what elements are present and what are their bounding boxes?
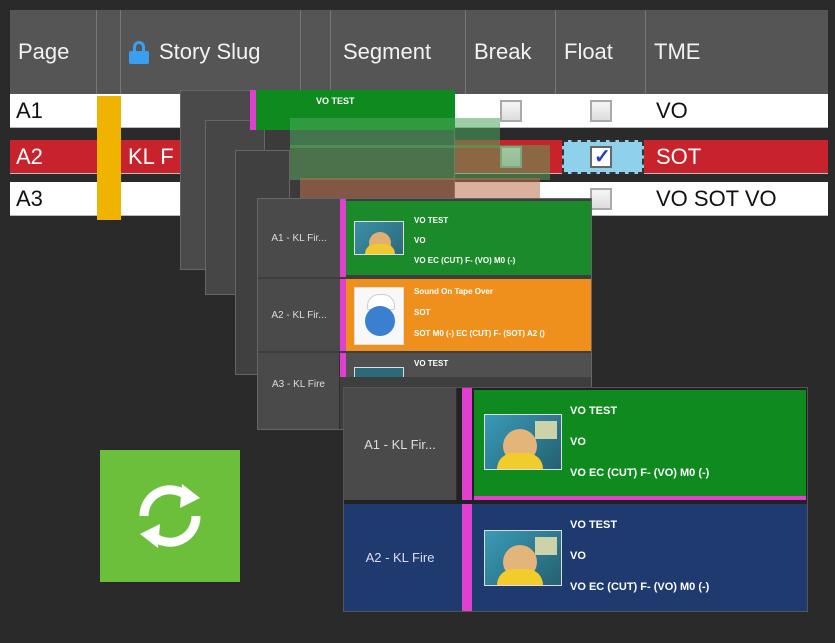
ghost-tile	[290, 145, 550, 180]
tme-cell: VO	[656, 98, 688, 123]
front-card-underline	[474, 496, 806, 500]
float-checkbox[interactable]	[590, 188, 612, 210]
float-checkbox[interactable]: ✓	[590, 146, 612, 168]
mid-card-label[interactable]: A3 - KL Fire	[258, 353, 340, 429]
mid-card-title: Sound On Tape Over	[414, 287, 493, 296]
woman-thumbnail	[354, 221, 404, 255]
mid-card-detail: VO EC (CUT) F- (VO) M0 (-)	[414, 256, 516, 265]
tme-cell: VO SOT VO	[656, 186, 777, 211]
lock-icon	[129, 41, 149, 64]
mid-card-title: VO TEST	[414, 216, 449, 225]
column-header-page-label: Page	[18, 39, 70, 64]
front-card-title: VO TEST	[570, 405, 618, 417]
front-card-label[interactable]: A1 - KL Fir...	[344, 388, 457, 500]
mid-card-type: VO	[414, 236, 426, 245]
page-cell: A2	[16, 144, 43, 169]
mid-card-tile[interactable]: Sound On Tape Over SOT SOT M0 (-) EC (CU…	[346, 279, 591, 351]
front-card-accent	[462, 388, 472, 500]
column-header-segment[interactable]: Segment	[331, 10, 466, 94]
front-card-type: VO	[570, 436, 586, 448]
mid-card-type: SOT	[414, 308, 431, 317]
slug-marker	[97, 96, 121, 220]
ghost-tile	[290, 118, 500, 148]
tme-cell: SOT	[656, 144, 702, 169]
front-card-stack: A1 - KL Fir... VO TEST VO VO EC (CUT) F-…	[343, 387, 808, 612]
column-header-marker[interactable]	[97, 10, 121, 94]
mid-card-detail: SOT M0 (-) EC (CUT) F- (SOT) A2 ()	[414, 329, 545, 338]
break-checkbox[interactable]	[500, 100, 522, 122]
mid-card-text: VO TEST VO VO EC (CUT) F- (VO) M0 (-)	[414, 211, 515, 271]
column-header-tme[interactable]: TME	[646, 10, 828, 94]
woman-thumbnail	[484, 414, 562, 470]
front-card-row[interactable]: A2 - KL Fire VO TEST VO VO EC (CUT) F- (…	[344, 504, 807, 611]
column-header-break-label: Break	[474, 39, 532, 64]
front-card-tile[interactable]: VO TEST VO VO EC (CUT) F- (VO) M0 (-)	[474, 390, 806, 496]
mid-card-label[interactable]: A2 - KL Fir...	[258, 279, 341, 351]
column-header-float-label: Float	[564, 39, 613, 64]
table-header: Page Story Slug Segment Break Float TME	[10, 10, 828, 94]
column-header-tme-label: TME	[654, 39, 701, 64]
column-header-float[interactable]: Float	[556, 10, 646, 94]
woman-thumbnail	[484, 530, 562, 586]
column-header-page[interactable]: Page	[10, 10, 97, 94]
woman-thumbnail	[354, 367, 404, 377]
front-card-accent	[462, 504, 472, 611]
float-checkbox[interactable]	[590, 100, 612, 122]
front-card-type: VO	[570, 550, 586, 562]
front-card-title: VO TEST	[570, 519, 618, 531]
back-card-accent	[250, 90, 256, 130]
mid-card-tile[interactable]: VO TEST	[346, 353, 591, 377]
refresh-button[interactable]	[100, 450, 240, 582]
front-card-label: A2 - KL Fire	[365, 550, 435, 565]
column-header-story-slug-label: Story Slug	[159, 39, 261, 64]
front-card-detail: VO EC (CUT) F- (VO) M0 (-)	[570, 467, 710, 479]
front-card-detail: VO EC (CUT) F- (VO) M0 (-)	[570, 581, 710, 593]
front-card-text: VO TEST VO VO EC (CUT) F- (VO) M0 (-)	[570, 510, 709, 603]
ghost-tile	[300, 178, 540, 198]
mid-card-text: Sound On Tape Over SOT SOT M0 (-) EC (CU…	[414, 281, 545, 344]
column-header-segment-label: Segment	[343, 39, 432, 64]
page-cell: A3	[16, 186, 43, 211]
slug-cell: KL F	[128, 144, 174, 169]
column-header-break[interactable]: Break	[466, 10, 556, 94]
check-icon: ✓	[594, 146, 611, 168]
refresh-icon	[139, 484, 201, 548]
column-header-spacer[interactable]	[301, 10, 331, 94]
column-header-story-slug[interactable]: Story Slug	[121, 10, 301, 94]
back-card-title: VO TEST	[316, 96, 355, 106]
mid-card-tile[interactable]: VO TEST VO VO EC (CUT) F- (VO) M0 (-)	[346, 201, 591, 275]
front-card-text: VO TEST VO VO EC (CUT) F- (VO) M0 (-)	[570, 396, 709, 489]
page-cell: A1	[16, 98, 43, 123]
mid-card-label[interactable]: A1 - KL Fir...	[258, 199, 341, 277]
smurf-thumbnail	[354, 287, 404, 345]
mid-card-title: VO TEST	[414, 359, 449, 368]
